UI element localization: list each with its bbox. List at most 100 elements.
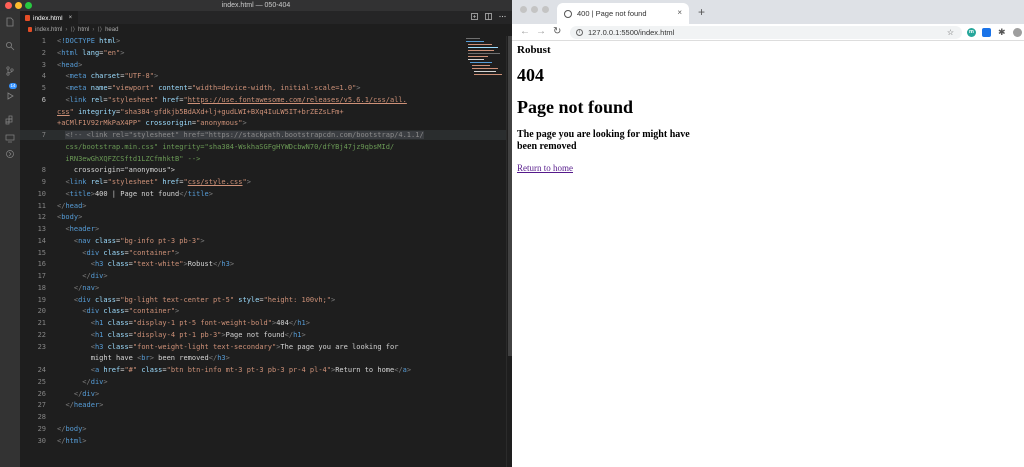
code-line[interactable]: 26 </div>	[20, 389, 506, 399]
extensions-icon[interactable]	[5, 115, 15, 125]
code-line[interactable]: 14 <nav class="bg-info pt-3 pb-3">	[20, 236, 506, 246]
reload-button[interactable]: ↻	[553, 26, 561, 38]
explorer-icon[interactable]	[5, 17, 15, 27]
extension-m-icon[interactable]: m	[967, 28, 976, 37]
browser-tab[interactable]: 400 | Page not found ×	[557, 3, 689, 24]
code-line[interactable]: 9 <link rel="stylesheet" href="css/style…	[20, 177, 506, 187]
code-line[interactable]: 13 <header>	[20, 224, 506, 234]
code-text: <nav class="bg-info pt-3 pb-3">	[73, 236, 205, 245]
code-text: <h3 class="text-white">Robust</h3>	[90, 260, 235, 269]
breadcrumb-head[interactable]: head	[105, 27, 118, 33]
bookmark-star-icon[interactable]: ☆	[947, 26, 954, 39]
code-line[interactable]: 7 <!-- <link rel="stylesheet" href="http…	[20, 130, 506, 140]
element-icon: ⟨⟩	[97, 27, 103, 33]
code-text: <h1 class="display-4 pt-1 pb-3">Page not…	[90, 330, 306, 339]
element-icon: ⟨⟩	[70, 27, 76, 33]
chrome-window: 400 | Page not found × + ← → ↻ i 127.0.0…	[512, 0, 1024, 467]
code-line[interactable]: 5 <meta name="viewport" content="width=d…	[20, 83, 506, 93]
line-number: 11	[37, 201, 46, 210]
code-line[interactable]: 1 <!DOCTYPE html>	[20, 36, 506, 46]
code-line[interactable]: 16 <h3 class="text-white">Robust</h3>	[20, 259, 506, 269]
line-number: 9	[41, 178, 46, 186]
code-line[interactable]: 11 </head>	[20, 201, 506, 211]
close-window-icon[interactable]	[520, 6, 527, 13]
breadcrumb-file[interactable]: index.html	[35, 27, 62, 33]
code-text: </nav>	[73, 283, 100, 292]
close-tab-icon[interactable]: ×	[677, 8, 682, 17]
code-line[interactable]: 10 <title>400 | Page not found</title>	[20, 189, 506, 199]
line-number: 15	[37, 248, 46, 257]
code-line[interactable]: 17 </div>	[20, 271, 506, 281]
code-line[interactable]: 6 <link rel="stylesheet" href="https://u…	[20, 95, 506, 105]
profile-avatar[interactable]	[1013, 28, 1022, 37]
open-changes-icon[interactable]	[471, 13, 478, 20]
split-editor-icon[interactable]	[485, 13, 492, 20]
code-line[interactable]: 18 </nav>	[20, 283, 506, 293]
code-line[interactable]: 8 crossorigin="anonymous">	[20, 165, 506, 175]
more-actions-icon[interactable]	[499, 13, 506, 20]
line-number: 1	[41, 37, 46, 45]
code-line[interactable]: 24 <a href="#" class="btn btn-info mt-3 …	[20, 365, 506, 375]
code-line[interactable]: 19 <div class="bg-light text-center pt-5…	[20, 295, 506, 305]
minimap[interactable]	[466, 36, 506, 96]
code-text: </head>	[57, 201, 87, 210]
code-text: <link rel="stylesheet" href="css/style.c…	[65, 178, 251, 186]
extensions-puzzle-icon[interactable]: ✱	[998, 28, 1007, 37]
code-text: <body>	[57, 213, 83, 222]
code-line[interactable]: might have <br> been removed</h3>	[20, 353, 506, 363]
line-number: 16	[37, 260, 46, 269]
return-home-link[interactable]: Return to home	[517, 163, 573, 173]
forward-button[interactable]: →	[536, 26, 546, 38]
line-number: 29	[37, 424, 46, 433]
code-line[interactable]: 27 </header>	[20, 400, 506, 410]
code-text: <!DOCTYPE html>	[57, 37, 121, 45]
code-line[interactable]: 12 <body>	[20, 212, 506, 222]
code-line[interactable]: 22 <h1 class="display-4 pt-1 pb-3">Page …	[20, 330, 506, 340]
minimize-window-icon[interactable]	[531, 6, 538, 13]
line-number: 28	[37, 413, 46, 421]
code-line[interactable]: 30 </html>	[20, 436, 506, 446]
globe-icon	[564, 9, 572, 18]
code-line[interactable]: css/bootstrap.min.css" integrity="sha384…	[20, 142, 506, 152]
tab-index-html[interactable]: index.html ×	[20, 11, 78, 24]
line-number: 23	[37, 342, 46, 351]
source-control-icon[interactable]	[5, 66, 15, 76]
live-share-icon[interactable]	[5, 149, 15, 159]
line-number: 26	[37, 389, 46, 398]
code-text: </body>	[57, 424, 87, 433]
code-line[interactable]: +aCMlF1V92rMkPaX4PP" crossorigin="anonym…	[20, 118, 506, 128]
extension-screenshot-icon[interactable]	[982, 28, 991, 37]
back-button[interactable]: ←	[520, 26, 530, 38]
code-line[interactable]: 15 <div class="container">	[20, 248, 506, 258]
code-line[interactable]: 2 <html lang="en">	[20, 48, 506, 58]
code-text: </div>	[82, 272, 108, 280]
line-number: 22	[37, 330, 46, 339]
code-line[interactable]: 28	[20, 412, 506, 422]
tab-close-icon[interactable]: ×	[69, 15, 73, 21]
code-text: <meta charset="UTF-8">	[65, 72, 159, 81]
code-line[interactable]: 4 <meta charset="UTF-8">	[20, 71, 506, 81]
info-icon[interactable]: i	[576, 29, 583, 36]
code-text: <link rel="stylesheet" href="https://use…	[65, 95, 407, 104]
tab-label: index.html	[33, 14, 63, 22]
code-line[interactable]: 21 <h1 class="display-1 pt-5 font-weight…	[20, 318, 506, 328]
code-line[interactable]: 23 <h3 class="font-weight-light text-sec…	[20, 342, 506, 352]
line-number: 3	[41, 60, 46, 69]
address-bar[interactable]: i 127.0.0.1:5500/index.html ☆	[570, 26, 962, 39]
address-url[interactable]: 127.0.0.1:5500/index.html	[588, 28, 674, 37]
code-line[interactable]: css" integrity="sha384-gfdkjb5BdAXd+lj+g…	[20, 107, 506, 117]
code-line[interactable]: 3 <head>	[20, 60, 506, 70]
new-tab-button[interactable]: +	[698, 5, 705, 19]
breadcrumb-html[interactable]: html	[78, 27, 89, 33]
zoom-window-icon[interactable]	[542, 6, 549, 13]
search-icon[interactable]	[5, 41, 15, 51]
code-line[interactable]: 29 </body>	[20, 424, 506, 434]
run-debug-icon[interactable]	[5, 91, 15, 101]
code-text: <meta name="viewport" content="width=dev…	[65, 84, 361, 92]
code-line[interactable]: 25 </div>	[20, 377, 506, 387]
remote-explorer-icon[interactable]	[5, 133, 15, 143]
code-line[interactable]: iRN3ewGhXQFZCSftd1LZCfmhktB" -->	[20, 154, 506, 164]
code-line[interactable]: 20 <div class="container">	[20, 306, 506, 316]
line-number: 8	[41, 166, 46, 175]
code-editor[interactable]: 1 <!DOCTYPE html> 2 <html lang="en"> 3 <head>…	[20, 36, 506, 467]
